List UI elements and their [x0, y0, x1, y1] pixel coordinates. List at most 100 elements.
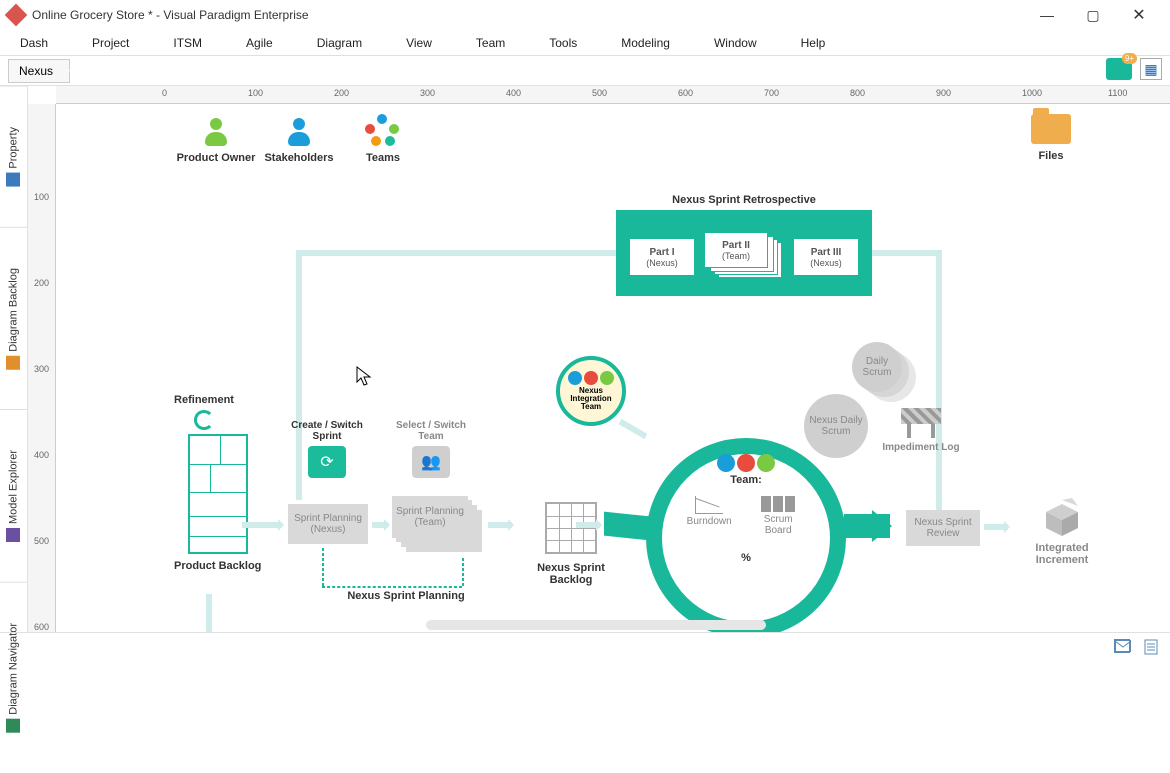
dashed-connector: [322, 548, 324, 586]
navigator-icon: [7, 719, 21, 733]
dashed-connector: [322, 586, 462, 588]
status-bar: [0, 632, 1170, 658]
menu-agile[interactable]: Agile: [238, 32, 281, 54]
integrated-increment[interactable]: Integrated Increment: [1012, 498, 1112, 566]
title-bar: Online Grocery Store * - Visual Paradigm…: [0, 0, 1170, 30]
menu-modeling[interactable]: Modeling: [613, 32, 678, 54]
nexus-integration-team[interactable]: Nexus Integration Team: [556, 356, 626, 426]
tab-property[interactable]: Property: [0, 86, 27, 227]
barrier-icon: [901, 408, 941, 438]
menu-tools[interactable]: Tools: [541, 32, 585, 54]
person-icon: [282, 114, 316, 148]
flow-arrow: [242, 522, 282, 528]
flow-big-arrow: [844, 514, 890, 538]
tab-model-explorer[interactable]: Model Explorer: [0, 409, 27, 582]
flow-arrow: [488, 522, 512, 528]
flow-big-arrow-in: [604, 512, 650, 541]
menu-dash[interactable]: Dash: [12, 32, 56, 54]
breadcrumb-row: Nexus ▦: [0, 56, 1170, 86]
flow-line: [206, 594, 212, 632]
scrum-board-icon: [750, 496, 806, 512]
menu-help[interactable]: Help: [793, 32, 834, 54]
folder-icon: [1031, 114, 1071, 144]
sprint-switch-icon: ⟳: [308, 446, 346, 478]
create-switch-sprint[interactable]: Create / Switch Sprint ⟳: [282, 420, 372, 482]
canvas-wrap: 0 100 200 300 400 500 600 700 800 900 10…: [28, 86, 1170, 632]
flow-arrow: [576, 522, 600, 528]
backlog-icon: [7, 355, 21, 369]
minimize-button[interactable]: —: [1024, 0, 1070, 30]
product-backlog[interactable]: Product Backlog: [174, 434, 261, 572]
window-controls: — ▢ ✕: [1024, 0, 1162, 30]
actor-product-owner[interactable]: Product Owner: [176, 114, 256, 164]
sprint-planning-team[interactable]: Sprint Planning (Team): [392, 496, 482, 552]
backlog-icon: [188, 434, 248, 554]
side-tabs: Property Diagram Backlog Model Explorer …: [0, 86, 28, 632]
flow-line: [296, 250, 626, 256]
nexus-daily-scrum[interactable]: Nexus Daily Scrum: [804, 394, 868, 458]
diagram-canvas[interactable]: Product Owner Stakeholders Teams Files: [56, 104, 1170, 632]
teams-icon: [361, 114, 405, 148]
actor-files[interactable]: Files: [1016, 114, 1086, 162]
nexus-sprint-review[interactable]: Nexus Sprint Review: [906, 510, 980, 546]
workspace: Property Diagram Backlog Model Explorer …: [0, 86, 1170, 632]
menu-bar: Dash Project ITSM Agile Diagram View Tea…: [0, 30, 1170, 56]
ruler-vertical: 100 200 300 400 500 600: [28, 104, 56, 632]
retro-part2-stack[interactable]: Part II(Team): [704, 232, 784, 282]
team-switch-icon: 👥: [412, 446, 450, 478]
scrum-board[interactable]: Scrum Board: [750, 496, 806, 536]
retro-part3[interactable]: Part III(Nexus): [794, 239, 858, 275]
flow-arrow: [619, 419, 648, 439]
flow-line: [936, 250, 942, 510]
retro-title: Nexus Sprint Retrospective: [616, 194, 872, 206]
planning-stack: Sprint Planning (Team): [392, 496, 482, 552]
refinement-loop-icon: [194, 410, 214, 430]
nexus-sprint-planning-label: Nexus Sprint Planning: [326, 590, 486, 602]
flow-arrow: [372, 522, 388, 528]
maximize-button[interactable]: ▢: [1070, 0, 1116, 30]
tab-diagram-navigator[interactable]: Diagram Navigator: [0, 582, 27, 773]
burndown-icon: [695, 496, 723, 514]
retro-part1[interactable]: Part I(Nexus): [630, 239, 694, 275]
menu-view[interactable]: View: [398, 32, 440, 54]
cube-open-icon: [1042, 498, 1082, 538]
percent-label: %: [686, 552, 806, 564]
app-logo-icon: [5, 4, 28, 27]
select-switch-team[interactable]: Select / Switch Team 👥: [386, 420, 476, 482]
impediment-log[interactable]: Impediment Log: [876, 408, 966, 453]
close-button[interactable]: ✕: [1116, 0, 1162, 30]
daily-scrum[interactable]: Daily Scrum: [852, 342, 902, 392]
menu-project[interactable]: Project: [84, 32, 137, 54]
sprint-planning-nexus[interactable]: Sprint Planning (Nexus): [288, 504, 368, 544]
menu-itsm[interactable]: ITSM: [165, 32, 210, 54]
tab-diagram-backlog[interactable]: Diagram Backlog: [0, 227, 27, 410]
refinement[interactable]: Refinement: [164, 394, 244, 430]
menu-window[interactable]: Window: [706, 32, 765, 54]
review-box: Nexus Sprint Review: [906, 510, 980, 546]
team-people-icon: [686, 454, 806, 472]
actor-teams[interactable]: Teams: [348, 114, 418, 164]
ruler-horizontal: 0 100 200 300 400 500 600 700 800 900 10…: [56, 86, 1170, 104]
new-diagram-icon[interactable]: ▦: [1140, 58, 1162, 80]
menu-team[interactable]: Team: [468, 32, 513, 54]
actor-stakeholders[interactable]: Stakeholders: [254, 114, 344, 164]
horizontal-scrollbar[interactable]: [426, 620, 766, 630]
notifications-icon[interactable]: [1106, 58, 1132, 80]
mail-icon[interactable]: [1114, 639, 1130, 653]
burndown-chart[interactable]: Burndown: [686, 496, 732, 536]
flow-arrow: [984, 524, 1008, 530]
explorer-icon: [7, 528, 21, 542]
breadcrumb: Nexus: [8, 59, 70, 83]
dashed-connector: [462, 558, 464, 586]
nexus-sprint-retrospective[interactable]: Nexus Sprint Retrospective Part I(Nexus)…: [616, 194, 872, 296]
team-panel[interactable]: Team: Burndown Scrum Board %: [686, 454, 806, 564]
window-title: Online Grocery Store * - Visual Paradigm…: [32, 8, 1024, 22]
person-icon: [199, 114, 233, 148]
breadcrumb-nexus[interactable]: Nexus: [8, 59, 70, 83]
document-icon[interactable]: [1144, 639, 1160, 653]
mouse-cursor-icon: [356, 366, 372, 386]
planning-box: Sprint Planning (Nexus): [288, 504, 368, 544]
menu-diagram[interactable]: Diagram: [309, 32, 370, 54]
grid-icon: [545, 502, 597, 554]
integration-team-badge: Nexus Integration Team: [556, 356, 626, 426]
